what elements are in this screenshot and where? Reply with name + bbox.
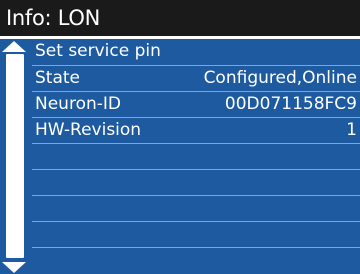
info-row-hw-revision[interactable]: HW-Revision 1 — [32, 117, 360, 143]
empty-row — [32, 195, 360, 221]
row-value: Configured,Online — [203, 68, 357, 88]
info-row-neuron-id[interactable]: Neuron-ID 00D071158FC9 — [32, 91, 360, 117]
row-value: 00D071158FC9 — [224, 94, 357, 114]
menu-item-set-service-pin[interactable]: Set service pin — [32, 39, 360, 65]
info-list: Set service pin State Configured,Online … — [32, 39, 360, 274]
empty-row — [32, 169, 360, 195]
page-title: Info: LON — [0, 0, 360, 36]
scrollbar[interactable] — [0, 39, 32, 274]
scroll-up-icon[interactable] — [2, 41, 26, 52]
info-row-state[interactable]: State Configured,Online — [32, 65, 360, 91]
row-label: Neuron-ID — [35, 94, 121, 114]
row-label: Set service pin — [35, 41, 161, 61]
scroll-down-icon[interactable] — [2, 262, 26, 273]
empty-row — [32, 221, 360, 247]
scroll-thumb[interactable] — [6, 54, 24, 258]
lon-info-screen: Info: LON Set service pin State Configur… — [0, 0, 360, 274]
empty-row — [32, 247, 360, 274]
row-label: State — [35, 68, 80, 88]
row-value: 1 — [346, 120, 357, 140]
empty-row — [32, 143, 360, 169]
row-label: HW-Revision — [35, 120, 142, 140]
